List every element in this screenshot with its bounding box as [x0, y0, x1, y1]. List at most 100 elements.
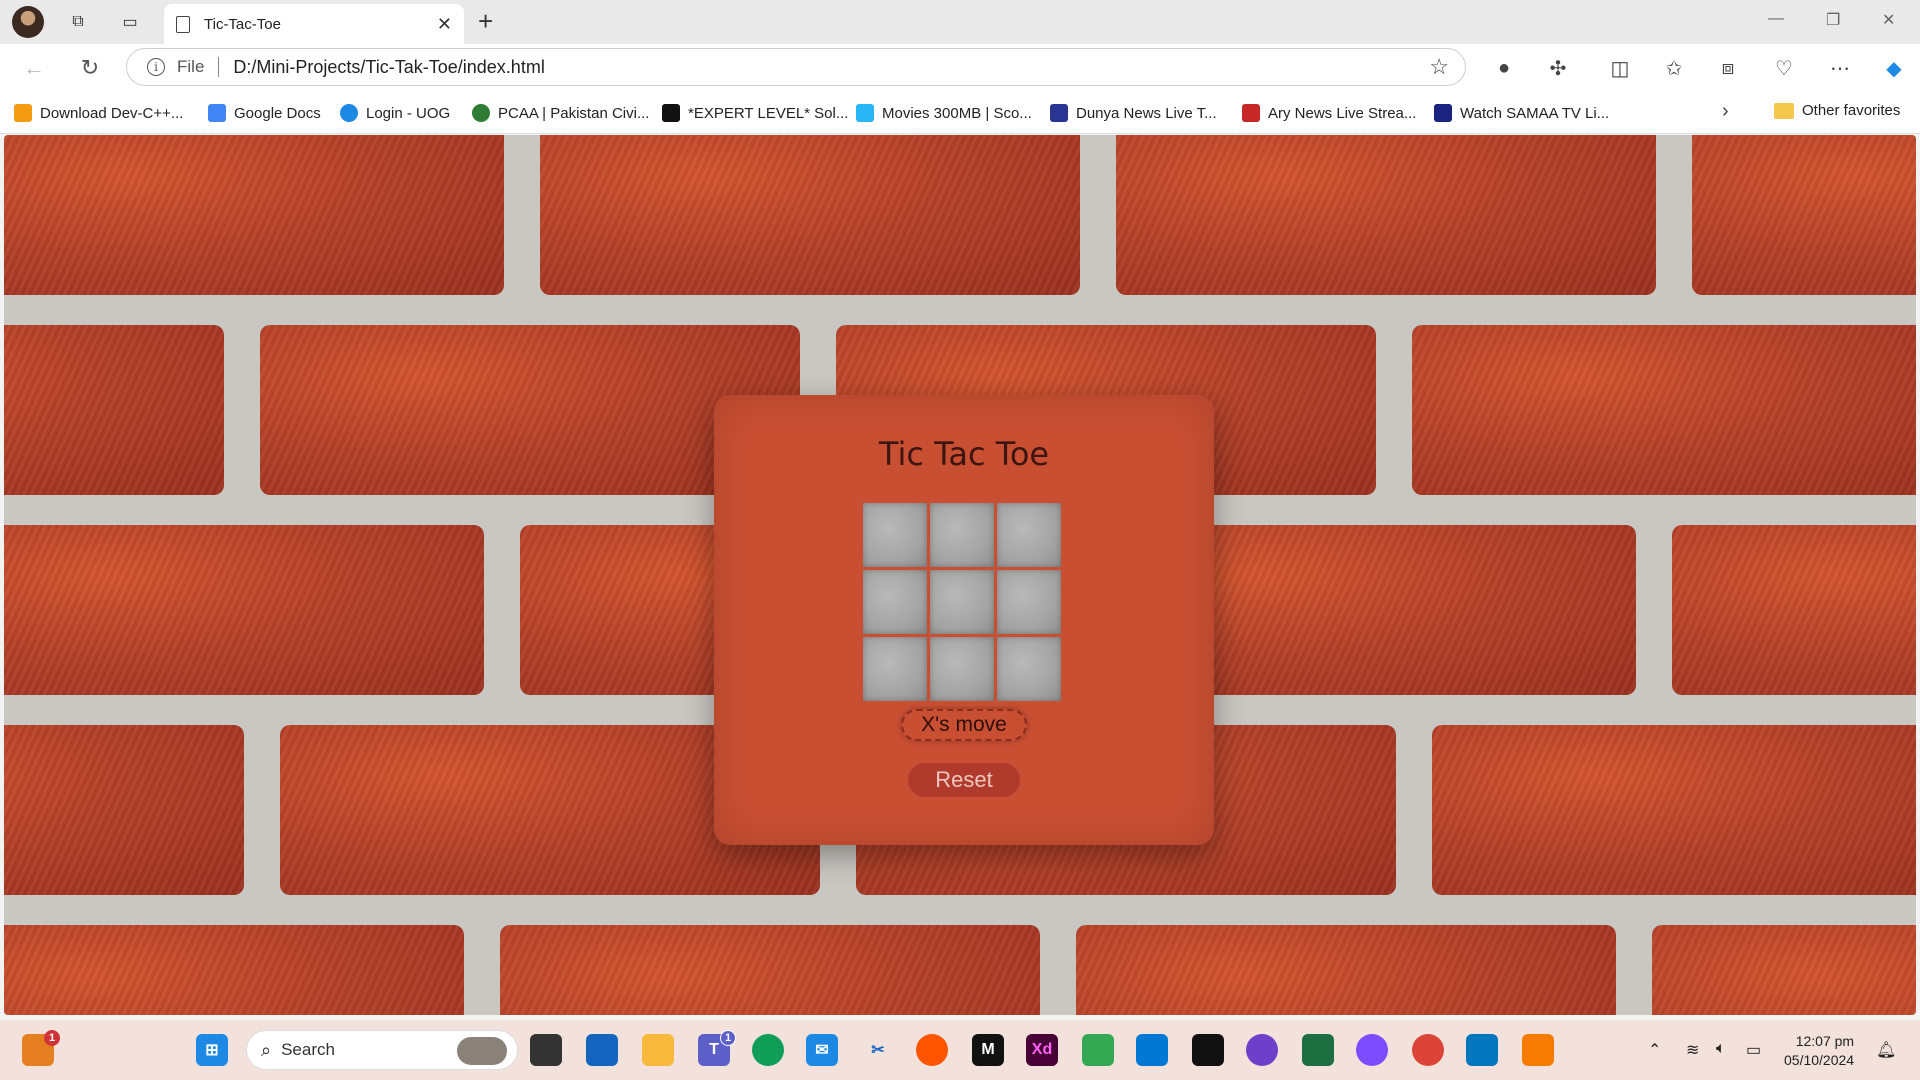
favorite-expert-level[interactable]: *EXPERT LEVEL* Sol...: [662, 102, 848, 124]
game-board: [863, 503, 1061, 701]
favorite-label: Ary News Live Strea...: [1268, 104, 1417, 122]
board-cell[interactable]: [997, 503, 1061, 567]
info-icon[interactable]: i: [147, 58, 165, 76]
wifi-icon[interactable]: ≋: [1686, 1040, 1699, 1060]
favorite-login-uog[interactable]: Login - UOG: [340, 102, 450, 124]
show-hidden-icons-chevron-up-icon[interactable]: ⌃: [1648, 1040, 1661, 1060]
favorite-google-docs[interactable]: Google Docs: [208, 102, 321, 124]
dev-cpp-icon: [14, 104, 32, 122]
favorite-movies[interactable]: Movies 300MB | Sco...: [856, 102, 1032, 124]
adobe-xd-icon[interactable]: Xd: [1026, 1034, 1058, 1066]
copilot-app-icon[interactable]: [1356, 1034, 1388, 1066]
more-options-icon[interactable]: ⋯: [1826, 54, 1854, 82]
volume-icon[interactable]: 🔈︎: [1716, 1040, 1726, 1058]
back-arrow-icon[interactable]: ←: [20, 54, 48, 82]
collections-icon[interactable]: ⧈: [1714, 54, 1742, 82]
vertical-tabs-icon[interactable]: ▭: [118, 10, 142, 34]
omnibox[interactable]: i File D:/Mini-Projects/Tic-Tak-Toe/inde…: [126, 48, 1466, 86]
favorite-label: *EXPERT LEVEL* Sol...: [688, 104, 849, 122]
favorite-samaa-tv[interactable]: Watch SAMAA TV Li...: [1434, 102, 1609, 124]
expert-level-icon: [662, 104, 680, 122]
github-icon[interactable]: [1246, 1034, 1278, 1066]
vlc-icon[interactable]: [1522, 1034, 1554, 1066]
notepad-icon[interactable]: [1466, 1034, 1498, 1066]
samaa-tv-icon: [1434, 104, 1452, 122]
board-cell[interactable]: [930, 503, 994, 567]
brick: [4, 525, 484, 695]
soundcloud-icon[interactable]: [916, 1034, 948, 1066]
game-card: Tic Tac Toe X's move Reset: [714, 395, 1214, 845]
excel-icon[interactable]: [1302, 1034, 1334, 1066]
clock-date: 05/10/2024: [1784, 1052, 1855, 1068]
other-favorites[interactable]: Other favorites: [1774, 102, 1900, 119]
brick: [4, 925, 464, 1015]
extension-globe-icon[interactable]: ●: [1490, 54, 1518, 82]
favorite-label: Movies 300MB | Sco...: [882, 104, 1032, 122]
notification-badge: 1: [44, 1030, 60, 1046]
tab-tic-tac-toe[interactable]: Tic-Tac-Toe ✕: [164, 4, 464, 44]
game-title: Tic Tac Toe: [878, 435, 1050, 473]
file-scheme-label: File: [177, 57, 205, 76]
snipping-tool-icon[interactable]: ✂: [862, 1034, 894, 1066]
profile-avatar[interactable]: [12, 6, 44, 38]
microsoft-store-icon[interactable]: [586, 1034, 618, 1066]
brick: [4, 725, 244, 895]
google-meet-icon[interactable]: [1082, 1034, 1114, 1066]
task-view-icon[interactable]: [530, 1034, 562, 1066]
favorite-label: Watch SAMAA TV Li...: [1460, 104, 1610, 122]
chrome-icon[interactable]: [1412, 1034, 1444, 1066]
chevron-right-icon[interactable]: ›: [1722, 100, 1729, 123]
edge-icon[interactable]: [752, 1034, 784, 1066]
notifications-bell-icon[interactable]: 🔔︎: [1876, 1040, 1896, 1060]
minimize-icon[interactable]: —: [1768, 10, 1784, 28]
url-text[interactable]: D:/Mini-Projects/Tic-Tak-Toe/index.html: [233, 57, 1429, 78]
new-tab-button[interactable]: +: [478, 8, 493, 34]
ary-news-icon: [1242, 104, 1260, 122]
favorite-ary-news[interactable]: Ary News Live Strea...: [1242, 102, 1416, 124]
board-cell[interactable]: [863, 503, 927, 567]
board-cell[interactable]: [930, 570, 994, 634]
system-clock[interactable]: 12:07 pm 05/10/2024: [1784, 1032, 1854, 1070]
brick: [1412, 325, 1916, 495]
browser-essentials-icon[interactable]: ♡: [1770, 54, 1798, 82]
board-cell[interactable]: [997, 570, 1061, 634]
copilot-icon[interactable]: ◆: [1880, 54, 1908, 82]
brick: [4, 135, 504, 295]
extensions-puzzle-icon[interactable]: ✣: [1544, 54, 1572, 82]
favorite-pcaa[interactable]: PCAA | Pakistan Civi...: [472, 102, 649, 124]
uog-icon: [340, 104, 358, 122]
board-cell[interactable]: [863, 637, 927, 701]
search-label: Search: [281, 1040, 335, 1059]
favorite-star-icon[interactable]: ☆: [1429, 54, 1449, 80]
restore-icon[interactable]: ❐: [1826, 10, 1840, 30]
teams-icon[interactable]: T 1: [698, 1030, 736, 1066]
vscode-icon[interactable]: [1136, 1034, 1168, 1066]
favorite-label: Google Docs: [234, 104, 321, 122]
mail-icon[interactable]: ✉: [806, 1034, 838, 1066]
widgets-icon[interactable]: 1: [22, 1030, 60, 1066]
brick: [500, 925, 1040, 1015]
board-cell[interactable]: [997, 637, 1061, 701]
favorite-dev-cpp[interactable]: Download Dev-C++...: [14, 102, 183, 124]
close-tab-icon[interactable]: ✕: [437, 14, 452, 35]
search-highlight-image: [457, 1037, 507, 1065]
battery-icon[interactable]: ▭: [1746, 1040, 1761, 1060]
taskbar-search[interactable]: ⌕ Search: [246, 1030, 518, 1070]
document-icon: [176, 15, 190, 33]
board-cell[interactable]: [930, 637, 994, 701]
split-screen-icon[interactable]: ◫: [1606, 54, 1634, 82]
notification-badge: 1: [720, 1030, 736, 1046]
board-cell[interactable]: [863, 570, 927, 634]
close-window-icon[interactable]: ✕: [1882, 10, 1895, 30]
file-explorer-icon[interactable]: [642, 1034, 674, 1066]
start-windows-icon[interactable]: ⊞: [196, 1034, 228, 1066]
workspaces-icon[interactable]: ⧉: [66, 10, 90, 34]
refresh-icon[interactable]: ↻: [76, 54, 104, 82]
m-app-icon[interactable]: M: [972, 1034, 1004, 1066]
favorites-icon[interactable]: ✩: [1660, 54, 1688, 82]
terminal-icon[interactable]: [1192, 1034, 1224, 1066]
reset-button[interactable]: Reset: [908, 763, 1020, 797]
pcaa-icon: [472, 104, 490, 122]
folder-icon: [1774, 102, 1794, 119]
favorite-dunya-news[interactable]: Dunya News Live T...: [1050, 102, 1217, 124]
